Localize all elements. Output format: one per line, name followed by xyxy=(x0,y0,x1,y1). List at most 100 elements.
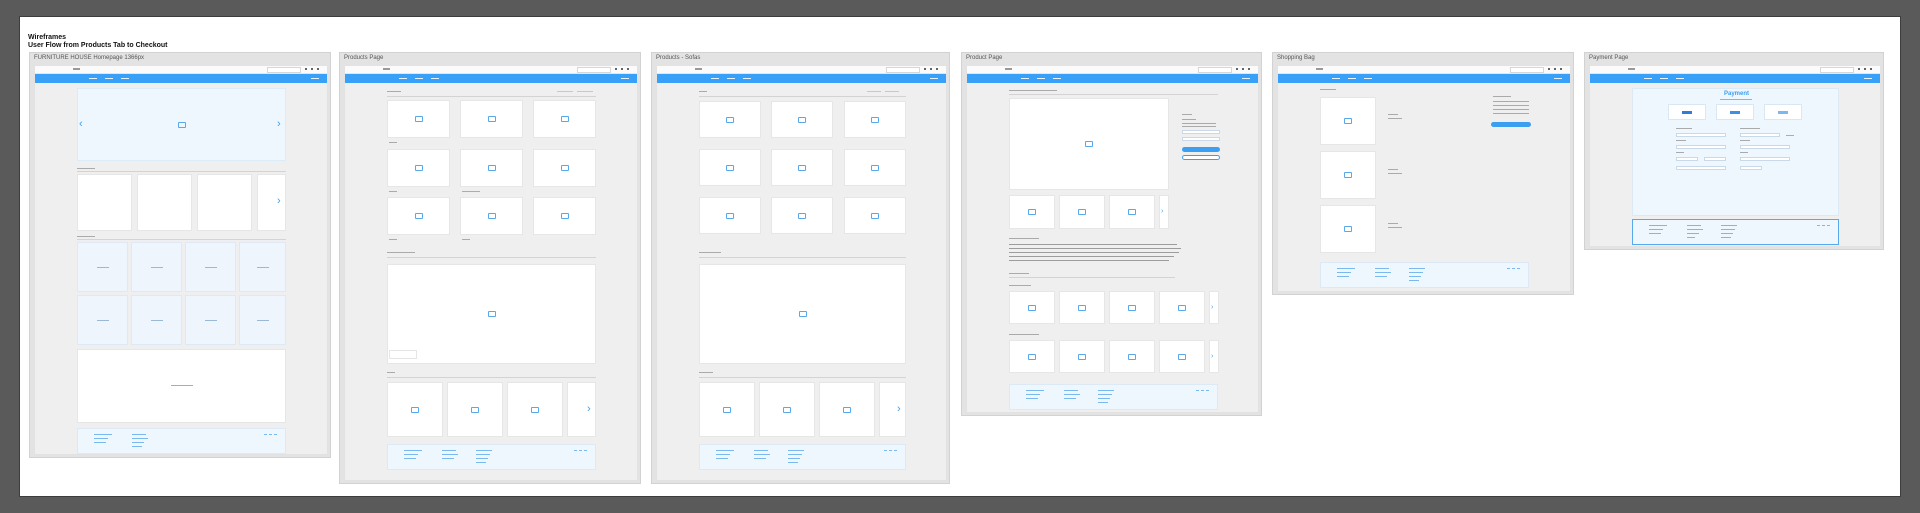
bag-icon xyxy=(317,68,319,70)
add-to-bag-button[interactable] xyxy=(1182,147,1220,152)
description-text xyxy=(1009,244,1177,245)
filter-button xyxy=(557,91,573,92)
thumbnail xyxy=(1009,195,1055,229)
divider xyxy=(699,96,906,97)
product-card xyxy=(387,149,450,187)
payment-heading: Payment xyxy=(1724,91,1750,97)
expiry-field[interactable] xyxy=(1676,157,1698,161)
artboard-product[interactable]: Product Page › › › xyxy=(961,52,1262,416)
product-title xyxy=(1182,114,1192,115)
summary-row xyxy=(1493,105,1529,106)
artboard-label: Products - Sofas xyxy=(656,55,701,61)
paypal-option[interactable] xyxy=(1716,104,1754,120)
description-heading xyxy=(1009,238,1039,239)
city-field[interactable] xyxy=(1740,145,1790,149)
section-heading xyxy=(77,168,95,169)
artboard-label: Shopping Bag xyxy=(1277,55,1315,61)
artboard-sofas[interactable]: Products - Sofas › xyxy=(651,52,950,484)
artboard-shopping-bag[interactable]: Shopping Bag xyxy=(1272,52,1574,295)
apply-link[interactable] xyxy=(1786,135,1794,136)
wishlist-button[interactable] xyxy=(1182,155,1220,160)
promo-link xyxy=(171,385,193,386)
other-option[interactable] xyxy=(1764,104,1802,120)
search-field xyxy=(886,67,920,73)
section-heading xyxy=(1009,334,1039,335)
artboard-products[interactable]: Products Page › xyxy=(339,52,641,484)
document-subtitle: User Flow from Products Tab to Checkout xyxy=(28,42,168,49)
top-bar xyxy=(1590,66,1880,74)
bag-item-name xyxy=(1388,169,1398,170)
chevron-right-icon: › xyxy=(1211,304,1214,311)
divider xyxy=(1009,94,1218,95)
user-icon xyxy=(930,68,932,70)
bag-icon xyxy=(1560,68,1562,70)
artboard-label: Payment Page xyxy=(1589,55,1629,61)
bag-icon xyxy=(1870,68,1872,70)
divider xyxy=(77,171,286,172)
carousel-card xyxy=(819,382,875,437)
checkout-button[interactable] xyxy=(1491,122,1531,127)
product-card xyxy=(699,101,761,138)
artboard-payment[interactable]: Payment Page Payment xyxy=(1584,52,1884,250)
cvv-field[interactable] xyxy=(1704,157,1726,161)
sort-button xyxy=(885,91,899,92)
summary-row xyxy=(1493,113,1529,114)
featured-card xyxy=(257,174,286,231)
category-tile xyxy=(185,295,236,345)
user-icon xyxy=(1554,68,1556,70)
payment-subtitle xyxy=(1720,99,1752,100)
search-field xyxy=(267,67,301,73)
product-card xyxy=(533,100,596,138)
top-bar xyxy=(1278,66,1570,74)
address-field[interactable] xyxy=(1740,133,1780,137)
main-nav xyxy=(657,74,946,83)
top-bar xyxy=(657,66,946,74)
promo-banner xyxy=(77,349,286,423)
footer xyxy=(1320,262,1529,288)
divider xyxy=(77,239,286,240)
category-tile xyxy=(77,295,128,345)
product-card xyxy=(844,197,906,234)
thumbnail xyxy=(1109,195,1155,229)
form-label xyxy=(1740,152,1748,153)
reviews-accordion[interactable] xyxy=(1009,273,1029,274)
main-product-image xyxy=(1009,98,1169,190)
color-select[interactable] xyxy=(1182,130,1220,134)
carousel-card xyxy=(699,382,755,437)
description-text xyxy=(1009,248,1181,249)
logo xyxy=(1316,68,1323,70)
carousel-card xyxy=(567,382,596,437)
user-icon xyxy=(621,68,623,70)
search-icon xyxy=(1236,68,1238,70)
search-icon xyxy=(1858,68,1860,70)
main-nav xyxy=(1590,74,1880,83)
divider xyxy=(387,377,596,378)
product-desc xyxy=(1182,126,1216,127)
chevron-right-icon: › xyxy=(587,403,591,415)
chevron-right-icon: › xyxy=(1161,208,1164,215)
zip-field[interactable] xyxy=(1740,166,1762,170)
card-number-field[interactable] xyxy=(1676,145,1726,149)
category-tile xyxy=(239,242,286,292)
logo xyxy=(695,68,702,70)
form-label xyxy=(1676,128,1692,129)
search-icon xyxy=(924,68,926,70)
footer xyxy=(387,444,596,470)
product-desc xyxy=(1182,123,1216,124)
product-card xyxy=(699,197,761,234)
top-bar xyxy=(345,66,637,74)
state-field[interactable] xyxy=(1740,157,1790,161)
quantity-select[interactable] xyxy=(1182,137,1220,141)
artboard-homepage[interactable]: FURNITURE HOUSE Homepage 1366px ‹ › › xyxy=(29,52,331,458)
main-nav xyxy=(967,74,1258,83)
bag-item-image xyxy=(1320,151,1376,199)
bag-item-name xyxy=(1388,114,1398,115)
card-option[interactable] xyxy=(1668,104,1706,120)
search-field xyxy=(1510,67,1544,73)
summary-row xyxy=(1493,109,1529,110)
document-title: Wireframes xyxy=(28,34,67,41)
country-field[interactable] xyxy=(1676,166,1726,170)
description-text xyxy=(1009,260,1169,261)
card-name-field[interactable] xyxy=(1676,133,1726,137)
bag-item-image xyxy=(1320,97,1376,145)
